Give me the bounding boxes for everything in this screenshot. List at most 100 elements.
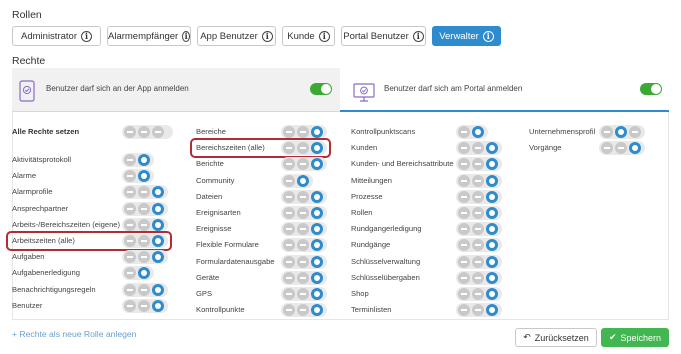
permission-on-icon[interactable] bbox=[486, 223, 498, 236]
permission-switch[interactable] bbox=[456, 238, 502, 253]
permission-on-icon[interactable] bbox=[486, 271, 498, 284]
permission-on-icon[interactable] bbox=[311, 239, 323, 252]
permission-off-icon[interactable] bbox=[283, 288, 295, 300]
role-button-administrator[interactable]: Administrator i bbox=[12, 26, 101, 46]
role-button-verwalter[interactable]: Verwalter i bbox=[432, 26, 501, 46]
permission-on-icon[interactable] bbox=[486, 158, 498, 171]
permission-switch[interactable] bbox=[122, 185, 168, 200]
app-login-toggle[interactable] bbox=[310, 83, 332, 95]
permission-off-icon[interactable] bbox=[601, 126, 613, 138]
permission-off-icon[interactable] bbox=[472, 174, 484, 187]
permission-switch[interactable] bbox=[456, 125, 488, 139]
permission-on-icon[interactable] bbox=[138, 154, 150, 166]
permission-off-icon[interactable] bbox=[297, 288, 309, 300]
permission-switch[interactable] bbox=[599, 125, 645, 139]
permission-on-icon[interactable] bbox=[311, 223, 323, 236]
permission-on-icon[interactable] bbox=[311, 126, 323, 138]
permission-off-icon[interactable] bbox=[138, 299, 150, 312]
permission-off-icon[interactable] bbox=[458, 126, 470, 138]
permission-switch[interactable] bbox=[281, 157, 327, 172]
permission-switch[interactable] bbox=[281, 206, 327, 220]
permission-switch[interactable] bbox=[456, 287, 502, 301]
permission-on-icon[interactable] bbox=[152, 251, 164, 264]
role-button-portal-benutzer[interactable]: Portal Benutzer i bbox=[341, 26, 426, 46]
reset-button[interactable]: ↶ Zurücksetzen bbox=[515, 328, 597, 347]
permission-on-icon[interactable] bbox=[486, 174, 498, 187]
permission-on-icon[interactable] bbox=[615, 126, 627, 138]
permission-off-icon[interactable] bbox=[297, 223, 309, 236]
permission-off-icon[interactable] bbox=[615, 142, 627, 155]
permission-switch[interactable] bbox=[122, 282, 168, 297]
permission-off-icon[interactable] bbox=[283, 174, 295, 187]
permission-off-icon[interactable] bbox=[124, 299, 136, 312]
permission-on-icon[interactable] bbox=[311, 190, 323, 203]
info-icon[interactable]: i bbox=[318, 30, 330, 42]
permission-switch[interactable] bbox=[122, 266, 154, 281]
permission-on-icon[interactable] bbox=[311, 158, 323, 171]
permission-off-icon[interactable] bbox=[283, 271, 295, 284]
permission-off-icon[interactable] bbox=[283, 126, 295, 138]
permission-off-icon[interactable] bbox=[458, 142, 470, 155]
permission-switch[interactable] bbox=[122, 298, 168, 313]
permission-on-icon[interactable] bbox=[486, 190, 498, 203]
permission-on-icon[interactable] bbox=[138, 267, 150, 280]
permission-switch[interactable] bbox=[456, 254, 502, 269]
permission-off-icon[interactable] bbox=[472, 255, 484, 268]
permission-off-icon[interactable] bbox=[283, 190, 295, 203]
permission-off-icon[interactable] bbox=[297, 255, 309, 268]
permission-on-icon[interactable] bbox=[152, 218, 164, 231]
permission-switch[interactable] bbox=[281, 238, 327, 253]
permission-switch[interactable] bbox=[599, 141, 645, 156]
permission-off-icon[interactable] bbox=[472, 158, 484, 171]
permission-on-icon[interactable] bbox=[486, 239, 498, 252]
permission-switch[interactable] bbox=[281, 254, 327, 269]
info-icon[interactable]: i bbox=[261, 30, 273, 42]
permission-switch[interactable] bbox=[122, 169, 154, 184]
permission-off-icon[interactable] bbox=[297, 304, 309, 317]
permission-off-icon[interactable] bbox=[124, 154, 136, 166]
permission-on-icon[interactable] bbox=[486, 304, 498, 317]
permission-off-icon[interactable] bbox=[283, 158, 295, 171]
permission-off-icon[interactable] bbox=[283, 239, 295, 252]
permission-on-icon[interactable] bbox=[297, 174, 309, 187]
permission-off-icon[interactable] bbox=[458, 174, 470, 187]
add-role-link[interactable]: + Rechte als neue Rolle anlegen bbox=[12, 329, 136, 339]
permission-off-icon[interactable] bbox=[458, 304, 470, 317]
permission-off-icon[interactable] bbox=[458, 288, 470, 300]
permission-off-icon[interactable] bbox=[124, 251, 136, 264]
permission-on-icon[interactable] bbox=[152, 202, 164, 215]
permission-off-icon[interactable] bbox=[458, 255, 470, 268]
permission-switch[interactable] bbox=[456, 270, 502, 285]
permission-off-icon[interactable] bbox=[283, 207, 295, 219]
permission-on-icon[interactable] bbox=[311, 255, 323, 268]
permission-switch[interactable] bbox=[122, 250, 168, 265]
permission-switch[interactable] bbox=[281, 270, 327, 285]
permission-off-icon[interactable] bbox=[297, 239, 309, 252]
permission-off-icon[interactable] bbox=[138, 218, 150, 231]
permission-off-icon[interactable] bbox=[472, 271, 484, 284]
permission-switch[interactable] bbox=[281, 222, 327, 237]
permission-switch[interactable] bbox=[456, 157, 502, 172]
permission-switch[interactable] bbox=[281, 189, 327, 204]
permission-off-icon[interactable] bbox=[297, 126, 309, 138]
permission-on-icon[interactable] bbox=[472, 126, 484, 138]
permission-switch[interactable] bbox=[281, 287, 327, 301]
permission-off-icon[interactable] bbox=[472, 190, 484, 203]
permission-on-icon[interactable] bbox=[311, 304, 323, 317]
permission-off-icon[interactable] bbox=[138, 186, 150, 199]
permission-switch[interactable] bbox=[122, 217, 168, 232]
permission-off-icon[interactable] bbox=[458, 190, 470, 203]
permission-off-icon[interactable] bbox=[124, 170, 136, 183]
permission-off-icon[interactable] bbox=[124, 267, 136, 280]
permission-switch[interactable] bbox=[281, 173, 313, 188]
permission-switch[interactable] bbox=[456, 173, 502, 188]
permission-switch[interactable] bbox=[456, 222, 502, 237]
permission-off-icon[interactable] bbox=[458, 223, 470, 236]
permission-off-icon[interactable] bbox=[472, 142, 484, 155]
permission-off-icon[interactable] bbox=[472, 239, 484, 252]
permission-on-icon[interactable] bbox=[152, 299, 164, 312]
permission-on-icon[interactable] bbox=[486, 288, 498, 300]
permission-switch[interactable] bbox=[122, 201, 168, 216]
save-button[interactable]: ✔ Speichern bbox=[601, 328, 669, 347]
permission-off-icon[interactable] bbox=[138, 202, 150, 215]
